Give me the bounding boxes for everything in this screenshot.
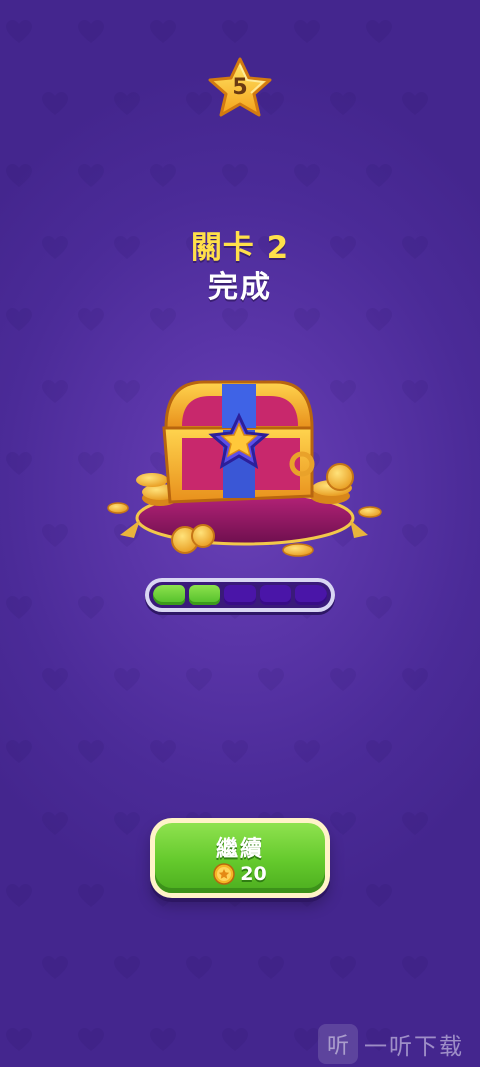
progress-track — [149, 582, 331, 608]
coin-icon — [213, 863, 236, 885]
background-heart — [114, 92, 140, 116]
background-heart — [6, 740, 32, 764]
progress-segment-filled — [153, 585, 185, 605]
level-title: 關卡 2 — [190, 230, 290, 266]
progress-segment-empty — [295, 585, 327, 605]
background-heart — [42, 812, 68, 836]
background-heart — [222, 1028, 248, 1052]
background-heart — [258, 668, 284, 692]
background-heart — [78, 884, 104, 908]
background-heart — [294, 164, 320, 188]
background-heart — [402, 668, 428, 692]
background-heart — [42, 380, 68, 404]
background-heart — [294, 308, 320, 332]
background-heart — [114, 956, 140, 980]
progress-segment-empty — [259, 585, 292, 605]
background-heart — [150, 20, 176, 44]
background-heart — [294, 20, 320, 44]
continue-button-face[interactable]: 繼續 20 — [155, 823, 325, 893]
continue-button[interactable]: 繼續 20 — [150, 818, 330, 898]
background-heart — [222, 308, 248, 332]
background-heart — [78, 740, 104, 764]
background-heart — [330, 956, 356, 980]
background-heart — [186, 668, 212, 692]
background-heart — [6, 1028, 32, 1052]
background-heart — [6, 596, 32, 620]
treasure-chest-icon — [107, 380, 382, 557]
background-heart — [42, 956, 68, 980]
background-heart — [114, 812, 140, 836]
background-heart — [366, 884, 392, 908]
background-heart — [6, 20, 32, 44]
background-heart — [366, 20, 392, 44]
background-heart — [150, 308, 176, 332]
background-heart — [186, 956, 212, 980]
background-heart — [330, 668, 356, 692]
watermark-logo: 听 — [318, 1024, 358, 1064]
background-heart — [6, 884, 32, 908]
background-heart — [294, 1028, 320, 1052]
background-heart — [402, 956, 428, 980]
background-heart — [78, 20, 104, 44]
background-heart — [294, 740, 320, 764]
background-heart — [42, 92, 68, 116]
background-heart — [150, 164, 176, 188]
background-heart — [150, 1028, 176, 1052]
background-heart — [114, 668, 140, 692]
background-heart — [366, 596, 392, 620]
background-heart — [6, 308, 32, 332]
continue-label: 繼續 — [215, 837, 264, 862]
progress-segment-filled — [188, 585, 221, 605]
background-heart — [6, 164, 32, 188]
background-heart — [6, 452, 32, 476]
continue-cost-value: 20 — [240, 863, 267, 885]
progress-segment-empty — [224, 585, 256, 605]
watermark: 听 一听下载 — [318, 1024, 478, 1064]
background-heart — [78, 596, 104, 620]
background-heart — [402, 812, 428, 836]
background-heart — [330, 812, 356, 836]
level-progress-bar — [145, 578, 335, 612]
watermark-text: 一听下载 — [364, 1034, 464, 1060]
background-heart — [78, 308, 104, 332]
background-heart — [366, 308, 392, 332]
background-heart — [42, 668, 68, 692]
star-count: 5 — [232, 75, 248, 100]
background-heart — [222, 740, 248, 764]
background-heart — [330, 92, 356, 116]
background-heart — [366, 164, 392, 188]
background-heart — [402, 524, 428, 548]
star-badge: 5 — [206, 55, 274, 123]
background-heart — [150, 740, 176, 764]
background-heart — [222, 164, 248, 188]
background-heart — [78, 164, 104, 188]
background-heart — [42, 524, 68, 548]
background-heart — [78, 1028, 104, 1052]
background-heart — [366, 740, 392, 764]
continue-cost: 20 — [155, 863, 325, 885]
background-heart — [258, 956, 284, 980]
background-heart — [402, 92, 428, 116]
background-heart — [402, 380, 428, 404]
level-status: 完成 — [208, 270, 272, 305]
background-heart — [222, 20, 248, 44]
